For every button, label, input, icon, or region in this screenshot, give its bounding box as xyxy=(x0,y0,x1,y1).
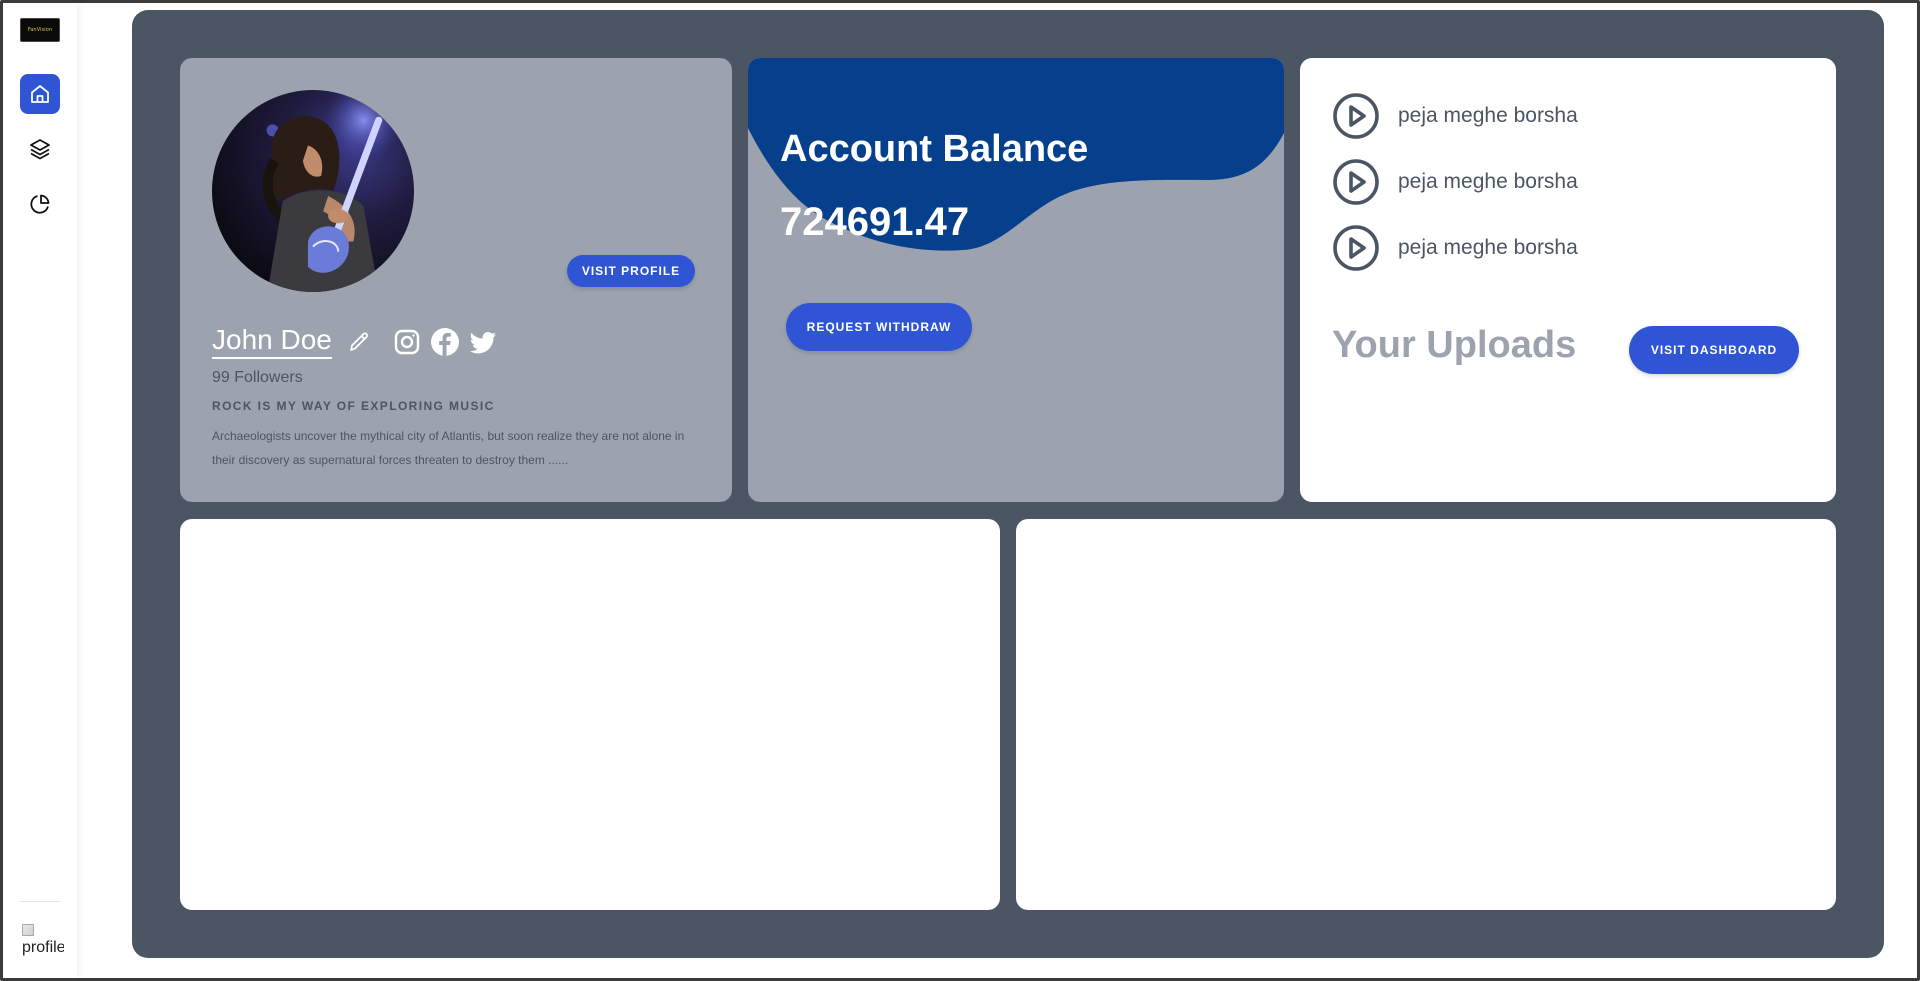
pie-chart-icon xyxy=(30,194,50,214)
track-item[interactable]: peja meghe borsha xyxy=(1332,158,1578,206)
dashboard-panel: VISIT PROFILE John Doe 99 Followers ROCK… xyxy=(132,10,1884,958)
profile-name[interactable]: John Doe xyxy=(212,323,332,359)
guitarist-photo xyxy=(212,90,414,292)
uploads-title: Your Uploads xyxy=(1332,324,1577,366)
sidebar: FanVision profile xyxy=(3,3,77,978)
instagram-link[interactable] xyxy=(392,327,422,357)
followers-count: 99 Followers xyxy=(212,369,303,386)
request-withdraw-button[interactable]: REQUEST WITHDRAW xyxy=(786,303,972,351)
facebook-link[interactable] xyxy=(430,327,460,357)
balance-title: Account Balance xyxy=(780,128,1089,170)
play-circle-icon xyxy=(1333,93,1379,139)
home-icon xyxy=(31,85,49,103)
visit-profile-button[interactable]: VISIT PROFILE xyxy=(567,255,695,287)
profile-avatar xyxy=(212,90,414,292)
layers-icon xyxy=(30,139,50,160)
track-title: peja meghe borsha xyxy=(1398,104,1578,127)
play-circle-icon xyxy=(1333,225,1379,271)
twitter-link[interactable] xyxy=(468,327,498,357)
sidebar-profile-avatar[interactable]: profile xyxy=(22,924,64,964)
instagram-icon xyxy=(394,329,420,355)
track-item[interactable]: peja meghe borsha xyxy=(1332,92,1578,140)
facebook-icon xyxy=(431,328,459,356)
twitter-icon xyxy=(469,332,496,354)
sidebar-item-home[interactable] xyxy=(20,74,60,114)
app-logo[interactable]: FanVision xyxy=(20,18,60,42)
empty-card-left xyxy=(180,519,1000,910)
sidebar-divider xyxy=(20,901,60,902)
profile-tagline: ROCK IS MY WAY OF EXPLORING MUSIC xyxy=(212,399,495,413)
account-balance-card: Account Balance 724691.47 REQUEST WITHDR… xyxy=(748,58,1284,502)
track-item[interactable]: peja meghe borsha xyxy=(1332,224,1578,272)
sidebar-item-layers[interactable] xyxy=(20,129,60,169)
track-title: peja meghe borsha xyxy=(1398,170,1578,193)
app-logo-text: FanVision xyxy=(27,27,53,33)
visit-dashboard-button[interactable]: VISIT DASHBOARD xyxy=(1629,326,1799,374)
empty-card-right xyxy=(1016,519,1836,910)
profile-card: VISIT PROFILE John Doe 99 Followers ROCK… xyxy=(180,58,732,502)
play-circle-icon xyxy=(1333,159,1379,205)
balance-value: 724691.47 xyxy=(780,200,970,244)
profile-bio: Archaeologists uncover the mythical city… xyxy=(212,429,685,467)
track-title: peja meghe borsha xyxy=(1398,236,1578,259)
pencil-icon[interactable] xyxy=(347,330,371,354)
sidebar-item-analytics[interactable] xyxy=(20,184,60,224)
profile-alt-text: profile xyxy=(22,939,64,956)
broken-image-icon xyxy=(22,924,34,936)
uploads-card: peja meghe borsha peja meghe borsha peja… xyxy=(1300,58,1836,502)
